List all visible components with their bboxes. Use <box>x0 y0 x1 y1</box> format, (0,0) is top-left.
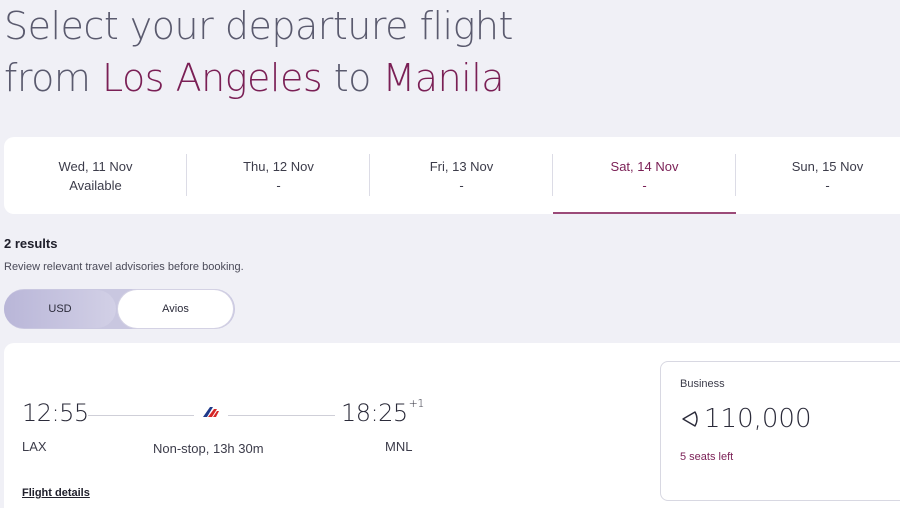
date-selector: Wed, 11 Nov Available Thu, 12 Nov - Fri,… <box>4 137 900 214</box>
travel-advisory-text: Review relevant travel advisories before… <box>4 261 244 273</box>
date-tab-wed-11-nov[interactable]: Wed, 11 Nov Available <box>4 137 187 214</box>
currency-option-usd[interactable]: USD <box>4 290 116 328</box>
business-fare-option[interactable]: Business 110,000 5 seats left <box>660 361 900 501</box>
from-word: from <box>4 56 91 100</box>
destination-city: Manila <box>382 56 505 100</box>
flight-duration: Non-stop, 13h 30m <box>153 441 264 456</box>
currency-option-avios[interactable]: Avios <box>118 290 233 328</box>
date-tab-thu-12-nov[interactable]: Thu, 12 Nov - <box>187 137 370 214</box>
date-status: - <box>276 177 281 193</box>
destination-airport-code: MNL <box>385 439 413 454</box>
departure-time: 12:55 <box>22 399 89 427</box>
date-status: - <box>642 177 647 193</box>
date-label: Sat, 14 Nov <box>610 158 679 174</box>
title-line-1: Select your departure flight <box>4 4 513 48</box>
avios-icon <box>682 411 698 427</box>
fare-price: 110,000 <box>680 404 812 434</box>
date-label: Sun, 15 Nov <box>791 158 864 174</box>
arrival-time-value: 18:25 <box>341 399 408 427</box>
route-line-right <box>228 415 335 416</box>
date-tab-sat-14-nov[interactable]: Sat, 14 Nov - <box>553 137 736 214</box>
results-count: 2 results <box>4 236 58 251</box>
route-line-left <box>88 415 194 416</box>
date-label: Fri, 13 Nov <box>429 158 494 174</box>
date-status: Available <box>69 177 122 193</box>
flight-details-link[interactable]: Flight details <box>22 487 90 499</box>
flight-card: 12:55 18:25+1 LAX Non-stop, 13h 30m MNL … <box>4 343 900 508</box>
date-tab-fri-13-nov[interactable]: Fri, 13 Nov - <box>370 137 553 214</box>
date-status: - <box>825 177 830 193</box>
arrival-day-offset: +1 <box>408 397 425 410</box>
fare-price-value: 110,000 <box>704 404 812 434</box>
date-status: - <box>459 177 464 193</box>
to-word: to <box>333 56 372 100</box>
date-tab-sun-15-nov[interactable]: Sun, 15 Nov - <box>736 137 900 214</box>
cabin-class: Business <box>680 378 725 390</box>
origin-airport-code: LAX <box>22 439 47 454</box>
philippine-airlines-logo-icon <box>203 407 219 417</box>
date-label: Thu, 12 Nov <box>243 158 314 174</box>
date-label: Wed, 11 Nov <box>58 158 133 174</box>
page-title: Select your departure flight from Los An… <box>4 0 513 104</box>
seats-left: 5 seats left <box>680 451 734 463</box>
origin-city: Los Angeles <box>102 56 323 100</box>
arrival-time: 18:25+1 <box>341 397 425 427</box>
currency-toggle: USD Avios <box>4 289 235 329</box>
